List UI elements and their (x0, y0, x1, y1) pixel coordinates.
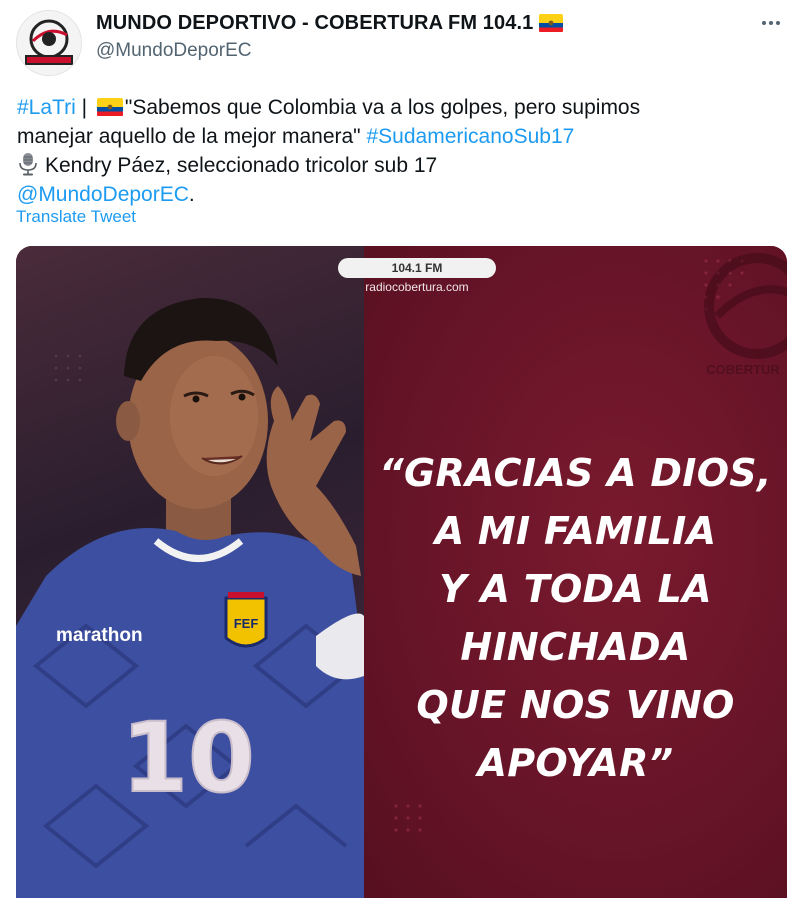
display-name-text: MUNDO DEPORTIVO - COBERTURA FM 104.1 (96, 12, 534, 34)
tweet-media-image[interactable]: marathon FEF 10 COBERTUR 104.1 FM radioc… (16, 246, 787, 898)
hashtag-latri[interactable]: #LaTri (17, 96, 76, 119)
quote-text-continued: manejar aquello de la mejor manera" (17, 125, 367, 148)
mundo-deportivo-logo (17, 11, 81, 75)
hashtag-sudamericanosub17[interactable]: #SudamericanoSub17 (366, 125, 574, 148)
tweet-line-1: #LaTri | "Sabemos que Colombia va a los … (17, 93, 787, 122)
more-options-button[interactable] (756, 8, 786, 38)
quote-line: A MI FAMILIA (434, 509, 717, 553)
translate-tweet-link[interactable]: Translate Tweet (16, 207, 136, 227)
cobertura-watermark-logo: COBERTUR (704, 253, 787, 377)
quote-line: QUE NOS VINO (416, 683, 735, 727)
avatar[interactable] (16, 10, 82, 76)
quote-text: "Sabemos que Colombia va a los golpes, p… (124, 96, 641, 119)
tweet-line-4: @MundoDeporEC. (17, 180, 787, 209)
station-url: radiocobertura.com (365, 280, 469, 294)
quote-line: Y A TODA LA (439, 567, 712, 611)
quote-line: HINCHADA (460, 625, 691, 669)
quote-line: “GRACIAS A DIOS, (379, 451, 772, 495)
display-name[interactable]: MUNDO DEPORTIVO - COBERTURA FM 104.1 (96, 12, 564, 35)
station-frequency-badge: 104.1 FM (338, 258, 496, 278)
user-handle[interactable]: @MundoDeporEC (96, 40, 252, 62)
more-options-icon (762, 21, 780, 25)
mention-mundodeporec[interactable]: @MundoDeporEC (17, 183, 189, 206)
quote-block: “GRACIAS A DIOS, A MI FAMILIA Y A TODA L… (364, 444, 787, 792)
quote-line: APOYAR” (477, 741, 674, 785)
tweet-line-3: Kendry Páez, seleccionado tricolor sub 1… (17, 151, 787, 180)
tweet-text: #LaTri | "Sabemos que Colombia va a los … (17, 93, 787, 209)
period-text: . (188, 183, 195, 206)
ecuador-flag-icon (96, 98, 123, 116)
studio-microphone-icon (19, 153, 37, 176)
separator-text: | (75, 96, 93, 119)
tweet: MUNDO DEPORTIVO - COBERTURA FM 104.1 @Mu… (0, 0, 800, 898)
speaker-caption: Kendry Páez, seleccionado tricolor sub 1… (45, 154, 438, 177)
tweet-line-2: manejar aquello de la mejor manera" #Sud… (17, 122, 787, 151)
ecuador-flag-icon (539, 14, 564, 32)
watermark-text: COBERTUR (706, 362, 780, 377)
